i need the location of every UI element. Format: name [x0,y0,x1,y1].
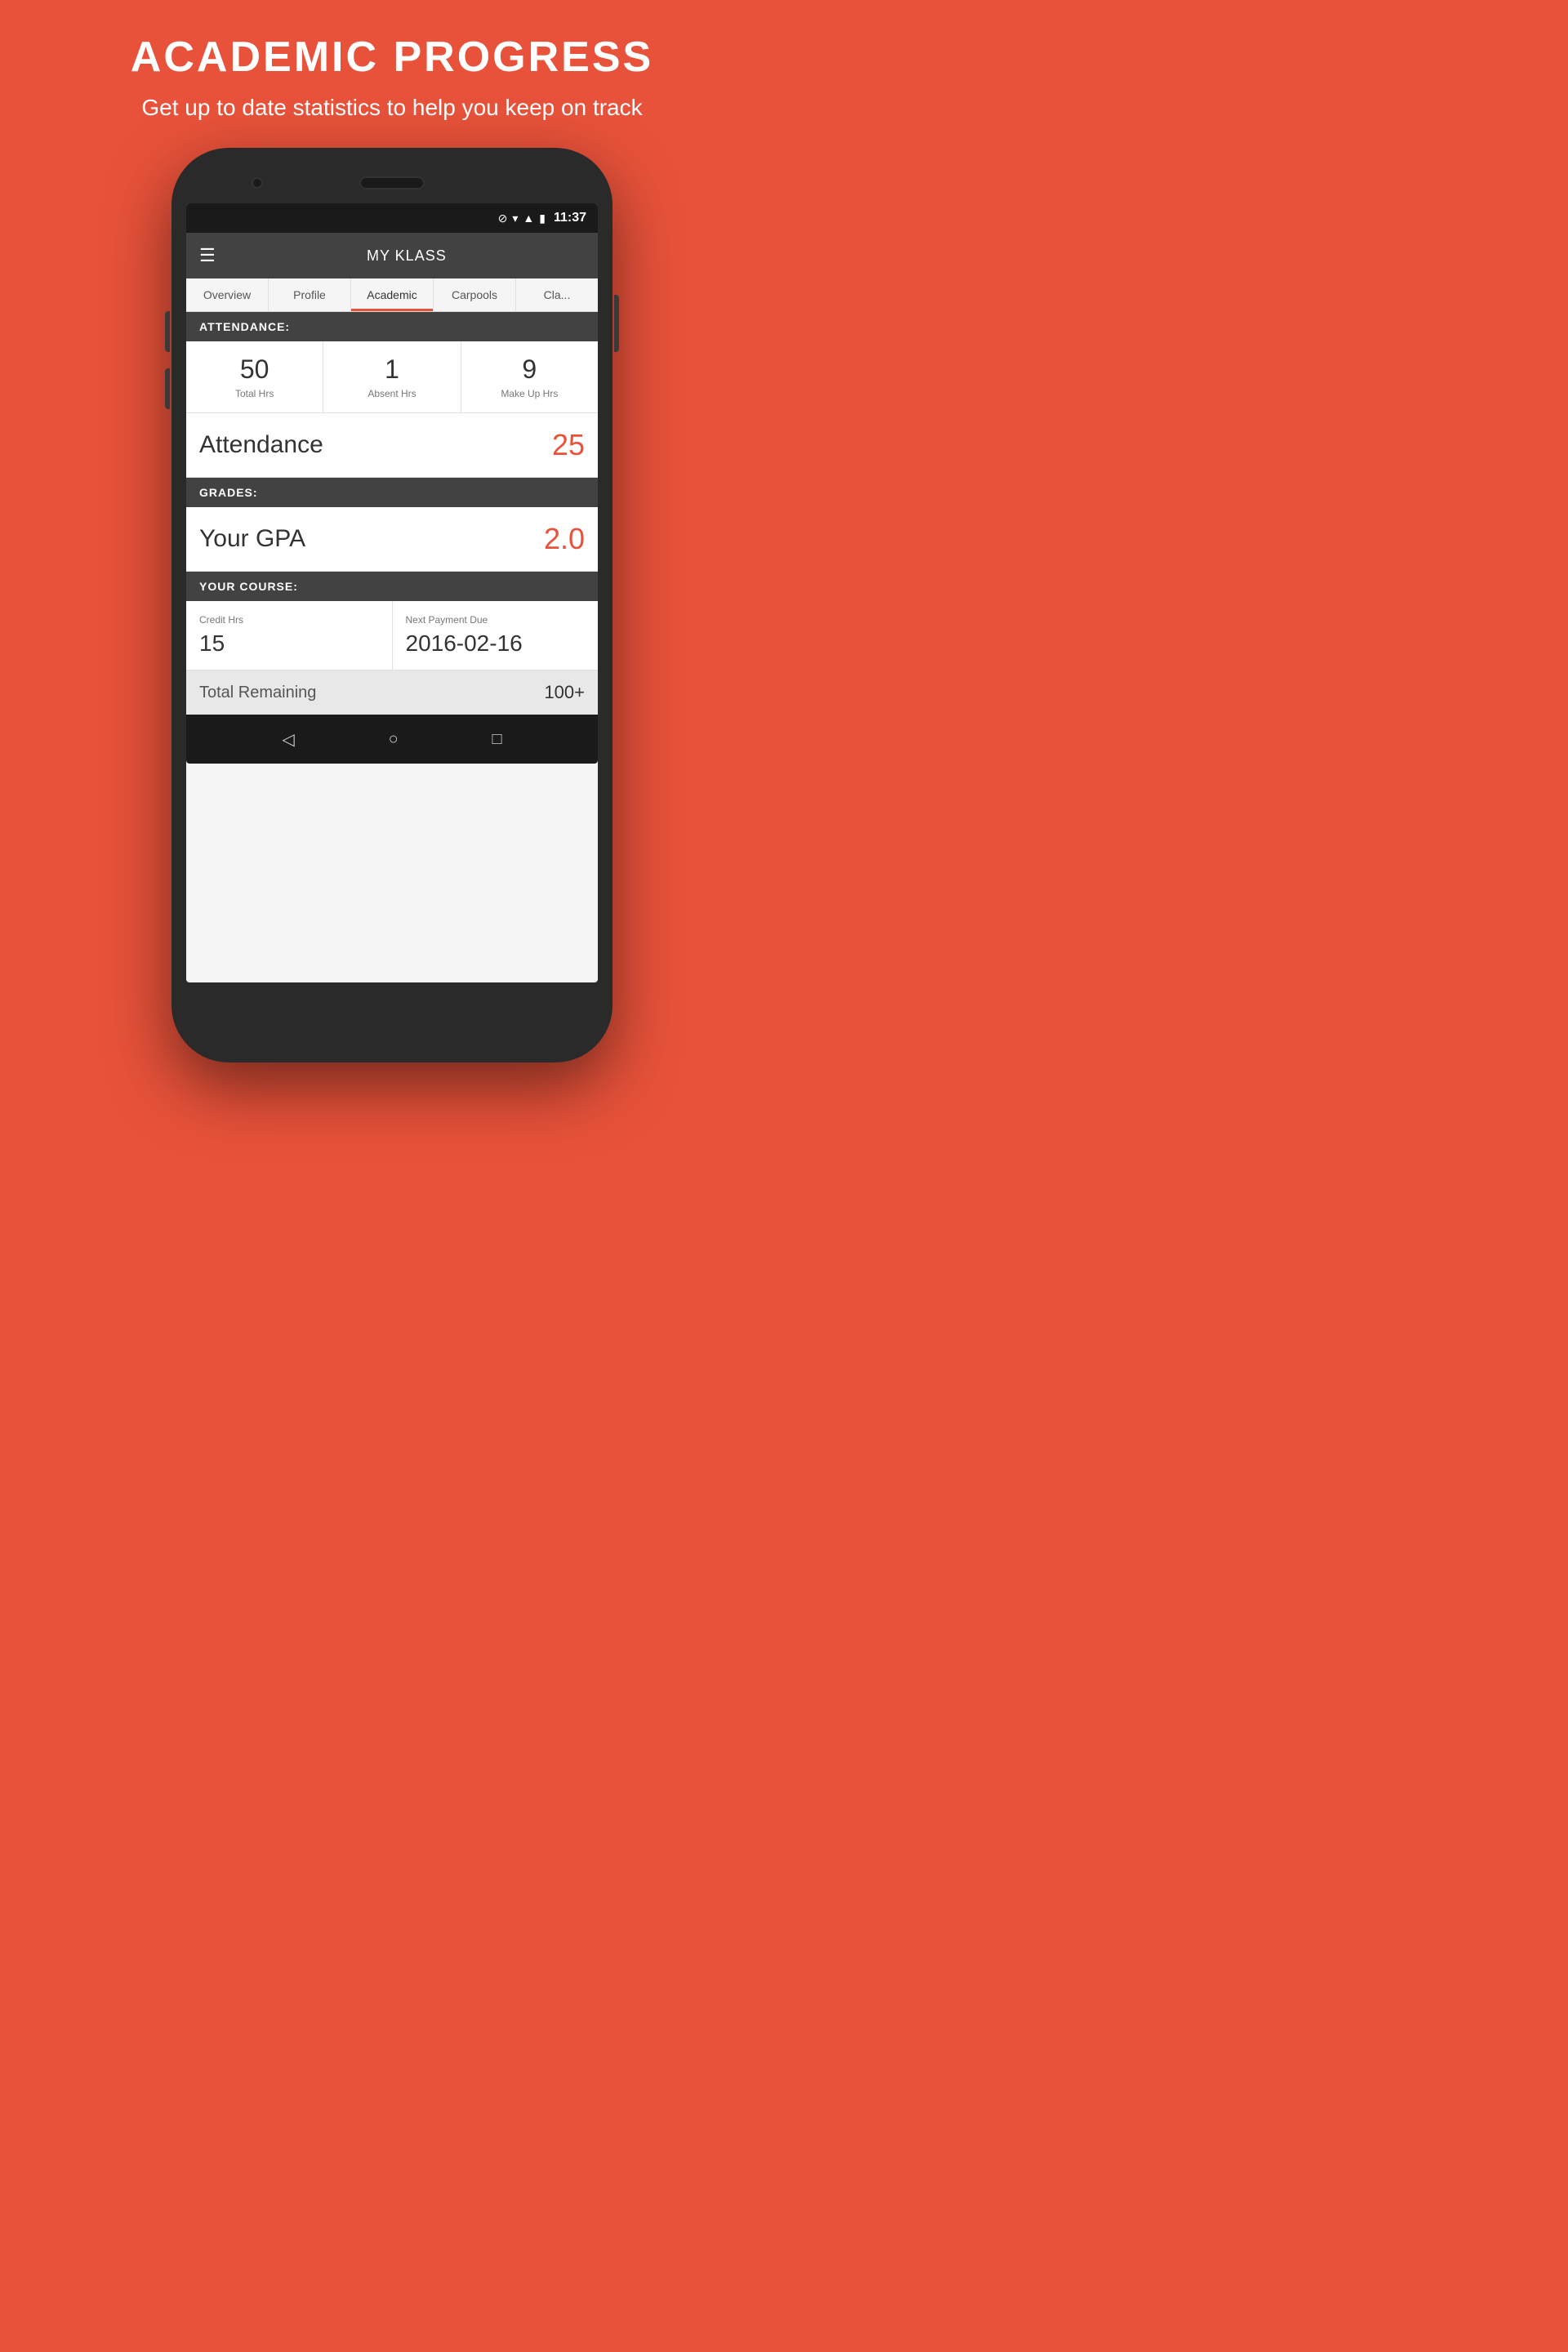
payment-due-value: 2016-02-16 [406,630,523,656]
credit-hrs-value: 15 [199,630,225,656]
volume-down-button [165,368,170,409]
attendance-label: Attendance [199,431,323,459]
absent-hrs-value: 1 [330,354,453,385]
power-button [614,295,619,352]
content-area: ATTENDANCE: 50 Total Hrs 1 Absent Hrs 9 … [186,312,598,715]
battery-icon: ▮ [539,212,546,225]
status-time: 11:37 [554,211,586,225]
tab-carpools[interactable]: Carpools [434,278,516,311]
back-button[interactable]: ◁ [282,729,294,750]
course-row: Credit Hrs 15 Next Payment Due 2016-02-1… [186,601,598,670]
gpa-metric-row: Your GPA 2.0 [186,507,598,572]
earpiece-speaker [359,176,425,189]
payment-due-cell: Next Payment Due 2016-02-16 [393,601,599,670]
total-remaining-label: Total Remaining [199,684,316,702]
course-section-header: YOUR COURSE: [186,572,598,601]
phone-device: ⊘ ▾ ▲ ▮ 11:37 ☰ MY KLASS Overview Profil… [172,148,612,1062]
status-bar: ⊘ ▾ ▲ ▮ 11:37 [186,203,598,233]
no-sim-icon: ⊘ [498,212,508,225]
volume-up-button [165,311,170,352]
wifi-icon: ▾ [512,212,518,225]
signal-icon: ▲ [523,212,534,225]
page-title: ACADEMIC PROGRESS [131,33,653,82]
app-header: ☰ MY KLASS [186,233,598,278]
page-header: ACADEMIC PROGRESS Get up to date statist… [114,0,670,148]
tab-academic[interactable]: Academic [351,278,434,311]
makeup-hrs-value: 9 [468,354,591,385]
tab-profile[interactable]: Profile [269,278,351,311]
attendance-section-header: ATTENDANCE: [186,312,598,341]
recents-button[interactable]: □ [492,730,501,749]
makeup-hrs-label: Make Up Hrs [468,388,591,399]
total-remaining-value: 100+ [544,682,585,703]
navigation-bar: ◁ ○ □ [186,715,598,764]
credit-hrs-cell: Credit Hrs 15 [186,601,393,670]
attendance-stats-row: 50 Total Hrs 1 Absent Hrs 9 Make Up Hrs [186,341,598,413]
makeup-hrs-cell: 9 Make Up Hrs [461,341,598,412]
front-camera [252,177,263,189]
phone-screen: ⊘ ▾ ▲ ▮ 11:37 ☰ MY KLASS Overview Profil… [186,203,598,982]
phone-top-bar [186,163,598,203]
gpa-value: 2.0 [544,522,585,556]
payment-due-label: Next Payment Due [406,614,586,626]
attendance-metric-row: Attendance 25 [186,413,598,478]
tabs-container: Overview Profile Academic Carpools Cla..… [186,278,598,312]
grades-section-header: GRADES: [186,478,598,507]
page-subtitle: Get up to date statistics to help you ke… [131,91,653,123]
total-hrs-value: 50 [193,354,316,385]
credit-hrs-label: Credit Hrs [199,614,379,626]
app-title: MY KLASS [229,247,585,265]
absent-hrs-cell: 1 Absent Hrs [323,341,461,412]
absent-hrs-label: Absent Hrs [330,388,453,399]
hamburger-menu-icon[interactable]: ☰ [199,245,216,266]
attendance-value: 25 [552,428,585,462]
gpa-label: Your GPA [199,525,305,553]
total-hrs-cell: 50 Total Hrs [186,341,323,412]
tab-classes[interactable]: Cla... [516,278,598,311]
total-remaining-row: Total Remaining 100+ [186,670,598,715]
total-hrs-label: Total Hrs [193,388,316,399]
home-button[interactable]: ○ [389,730,399,749]
tab-overview[interactable]: Overview [186,278,269,311]
